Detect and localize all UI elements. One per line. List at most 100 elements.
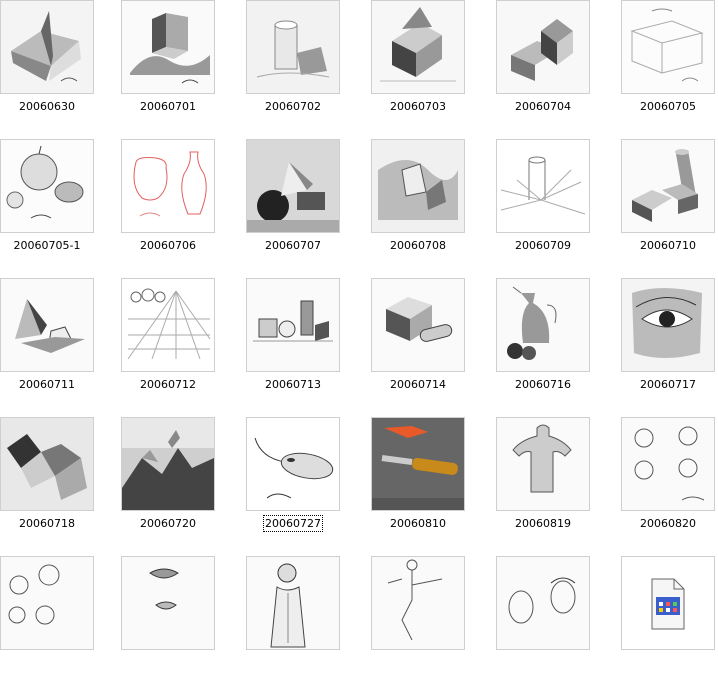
label-text: 20060705 <box>640 100 696 113</box>
thumbnail-label[interactable]: 20060710 <box>607 239 718 252</box>
label-text: 20060630 <box>19 100 75 113</box>
thumbnail-item[interactable]: 20060713 <box>246 278 371 417</box>
thumbnail-item[interactable]: 20060819 <box>496 417 621 556</box>
thumbnail-item[interactable]: 20060702 <box>246 0 371 139</box>
thumbnail-image[interactable] <box>121 278 215 372</box>
thumbnail-image[interactable] <box>496 278 590 372</box>
label-text: 20060711 <box>19 378 75 391</box>
label-text: 20060819 <box>515 517 571 530</box>
thumbnail-label[interactable]: 20060703 <box>357 100 479 113</box>
thumbnail-item[interactable]: 20060706 <box>121 139 246 278</box>
thumbnail-item[interactable]: 20060709 <box>496 139 621 278</box>
thumbnail-label[interactable]: 20060712 <box>107 378 229 391</box>
thumbnail-item[interactable]: 20060810 <box>371 417 496 556</box>
thumbnail-item[interactable] <box>0 556 125 695</box>
thumbnail-item[interactable]: 20060705 <box>621 0 718 139</box>
thumbnail-label[interactable]: 20060716 <box>482 378 604 391</box>
thumbnail-label[interactable]: 20060819 <box>482 517 604 530</box>
thumbnail-image[interactable] <box>0 417 94 511</box>
label-text: 20060714 <box>390 378 446 391</box>
thumbnail-label[interactable]: 20060707 <box>232 239 354 252</box>
thumbnail-label[interactable]: 20060705 <box>607 100 718 113</box>
thumbnail-item[interactable] <box>121 556 246 695</box>
thumbnail-image[interactable] <box>496 139 590 233</box>
label-text: 20060705-1 <box>13 239 81 252</box>
thumbnail-image[interactable] <box>121 417 215 511</box>
thumbnail-image[interactable] <box>0 0 94 94</box>
thumbnail-label[interactable]: 20060711 <box>0 378 108 391</box>
thumbnail-item[interactable]: 20060705-1 <box>0 139 125 278</box>
thumbnail-image[interactable] <box>371 0 465 94</box>
label-text: 20060717 <box>640 378 696 391</box>
thumbnail-item[interactable]: 20060712 <box>121 278 246 417</box>
thumbnail-item[interactable]: 20060727 <box>246 417 371 556</box>
thumbnail-item[interactable]: 20060820 <box>621 417 718 556</box>
thumbnail-label[interactable]: 20060706 <box>107 239 229 252</box>
thumbnail-item[interactable] <box>246 556 371 695</box>
thumbnail-label[interactable]: 20060720 <box>107 517 229 530</box>
thumbnail-label[interactable]: 20060820 <box>607 517 718 530</box>
thumbnail-item[interactable] <box>496 556 621 695</box>
thumbnail-label[interactable]: 20060630 <box>0 100 108 113</box>
thumbnail-image[interactable] <box>0 139 94 233</box>
thumbnail-image[interactable] <box>371 278 465 372</box>
thumbnail-image[interactable] <box>121 556 215 650</box>
label-text: 20060707 <box>265 239 321 252</box>
label-text: 20060720 <box>140 517 196 530</box>
label-text: 20060712 <box>140 378 196 391</box>
label-text: 20060709 <box>515 239 571 252</box>
thumbnail-label[interactable]: 20060714 <box>357 378 479 391</box>
file-icon[interactable] <box>621 556 715 650</box>
thumbnail-item[interactable]: 20060711 <box>0 278 125 417</box>
thumbnail-image[interactable] <box>496 556 590 650</box>
thumbnail-item[interactable]: 20060714 <box>371 278 496 417</box>
thumbnail-image[interactable] <box>246 417 340 511</box>
thumbnail-item[interactable]: 20060630 <box>0 0 125 139</box>
thumbnail-item[interactable]: 20060717 <box>621 278 718 417</box>
thumbnail-item[interactable]: 20060708 <box>371 139 496 278</box>
thumbnail-image[interactable] <box>621 0 715 94</box>
thumbnail-item[interactable]: 20060704 <box>496 0 621 139</box>
thumbnail-label[interactable]: 20060717 <box>607 378 718 391</box>
thumbnail-image[interactable] <box>621 278 715 372</box>
thumbnail-label[interactable]: 20060702 <box>232 100 354 113</box>
thumbnail-item[interactable]: 20060703 <box>371 0 496 139</box>
thumbnail-image[interactable] <box>371 139 465 233</box>
thumbnail-label[interactable]: 20060705-1 <box>0 239 108 252</box>
label-text: 20060727 <box>263 515 323 532</box>
thumbnail-item[interactable]: 20060716 <box>496 278 621 417</box>
thumbnail-item[interactable] <box>371 556 496 695</box>
thumbnail-image[interactable] <box>246 556 340 650</box>
label-text: 20060704 <box>515 100 571 113</box>
thumbnail-item[interactable] <box>621 556 718 695</box>
thumbnail-image[interactable] <box>0 278 94 372</box>
thumbnail-item[interactable]: 20060718 <box>0 417 125 556</box>
thumbnail-image[interactable] <box>371 556 465 650</box>
label-text: 20060701 <box>140 100 196 113</box>
thumbnail-image[interactable] <box>121 139 215 233</box>
thumbnail-image[interactable] <box>246 139 340 233</box>
label-text: 20060820 <box>640 517 696 530</box>
thumbnail-label[interactable]: 20060701 <box>107 100 229 113</box>
thumbnail-image[interactable] <box>496 417 590 511</box>
thumbnail-image[interactable] <box>496 0 590 94</box>
thumbnail-label[interactable]: 20060704 <box>482 100 604 113</box>
thumbnail-item[interactable]: 20060720 <box>121 417 246 556</box>
thumbnail-item[interactable]: 20060710 <box>621 139 718 278</box>
thumbnail-item[interactable]: 20060707 <box>246 139 371 278</box>
label-text: 20060713 <box>265 378 321 391</box>
thumbnail-item[interactable]: 20060701 <box>121 0 246 139</box>
thumbnail-image[interactable] <box>0 556 94 650</box>
thumbnail-label[interactable]: 20060708 <box>357 239 479 252</box>
thumbnail-label[interactable]: 20060709 <box>482 239 604 252</box>
thumbnail-label[interactable]: 20060713 <box>232 378 354 391</box>
thumbnail-image[interactable] <box>246 278 340 372</box>
thumbnail-image[interactable] <box>371 417 465 511</box>
thumbnail-image[interactable] <box>121 0 215 94</box>
thumbnail-image[interactable] <box>246 0 340 94</box>
thumbnail-image[interactable] <box>621 417 715 511</box>
thumbnail-label[interactable]: 20060727 <box>232 515 354 532</box>
thumbnail-image[interactable] <box>621 139 715 233</box>
thumbnail-label[interactable]: 20060810 <box>357 517 479 530</box>
thumbnail-label[interactable]: 20060718 <box>0 517 108 530</box>
